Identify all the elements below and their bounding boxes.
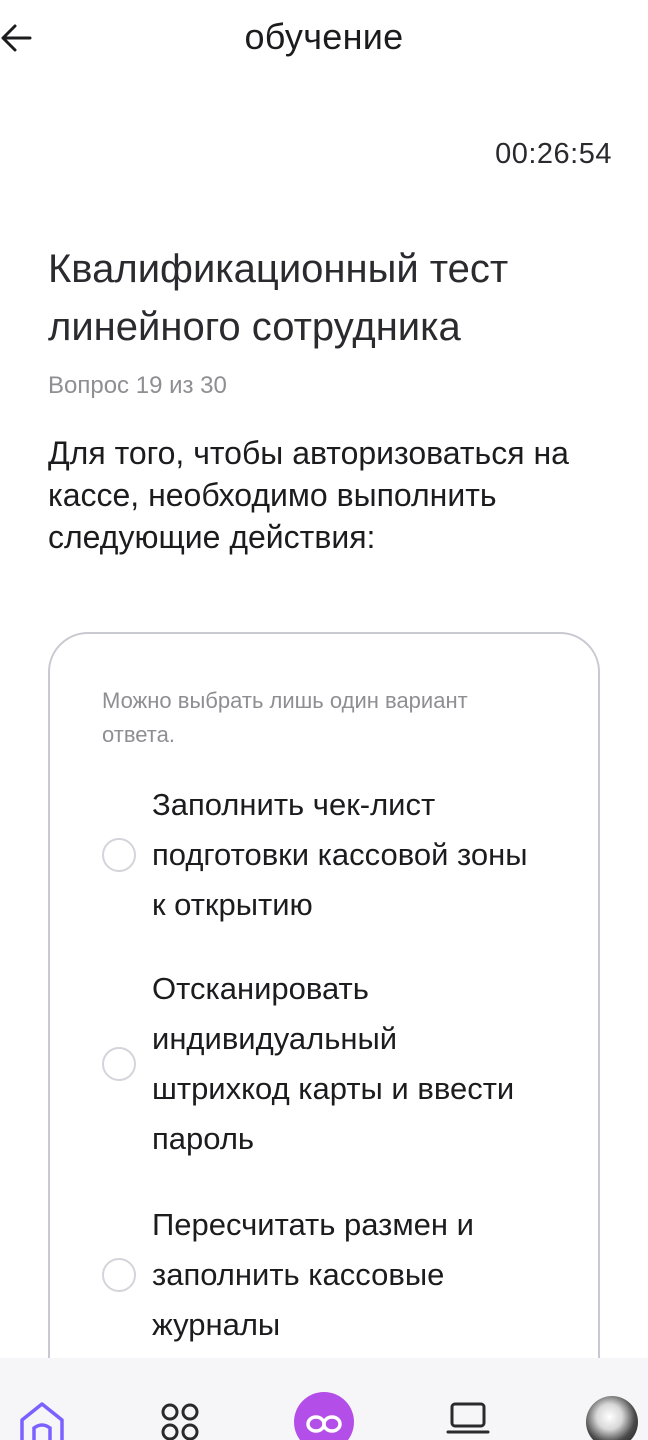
- tab-main[interactable]: [294, 1392, 354, 1440]
- radio-button[interactable]: [102, 1047, 136, 1081]
- laptop-icon: [446, 1402, 490, 1434]
- timer: 00:26:54: [495, 138, 612, 170]
- answer-option-label: Заполнить чек-лист подготовки кассовой з…: [152, 787, 528, 922]
- infinity-icon: [306, 1415, 342, 1433]
- test-title-line1: Квалификационный тест: [48, 247, 509, 291]
- question-progress: Вопрос 19 из 30: [48, 372, 227, 399]
- bottom-tab-bar: [0, 1358, 648, 1440]
- answer-hint: Можно выбрать лишь один вариант ответа.: [102, 688, 468, 747]
- radio-button[interactable]: [102, 1258, 136, 1292]
- question-text: Для того, чтобы авторизоваться на кассе,…: [48, 435, 569, 555]
- grid-icon: [161, 1403, 199, 1440]
- answer-option-label: Отсканировать индивидуальный штрихкод ка…: [152, 971, 515, 1156]
- answer-option[interactable]: Пересчитать размен и заполнить кассовые …: [102, 1200, 562, 1350]
- test-title: Квалификационный тест линейного сотрудни…: [48, 240, 608, 356]
- answer-option[interactable]: Отсканировать индивидуальный штрихкод ка…: [102, 964, 562, 1164]
- tab-learning[interactable]: [440, 1394, 496, 1440]
- page-title: обучение: [244, 16, 404, 57]
- tab-home[interactable]: [14, 1394, 70, 1440]
- header: обучение: [0, 0, 648, 80]
- home-icon: [20, 1402, 64, 1440]
- test-title-line2: линейного сотрудника: [48, 305, 461, 349]
- answer-option-label: Пересчитать размен и заполнить кассовые …: [152, 1207, 474, 1342]
- answers-card: Можно выбрать лишь один вариант ответа. …: [48, 632, 600, 1412]
- radio-button[interactable]: [102, 838, 136, 872]
- avatar[interactable]: [586, 1396, 638, 1440]
- answer-option[interactable]: Заполнить чек-лист подготовки кассовой з…: [102, 780, 562, 930]
- tab-catalog[interactable]: [152, 1394, 208, 1440]
